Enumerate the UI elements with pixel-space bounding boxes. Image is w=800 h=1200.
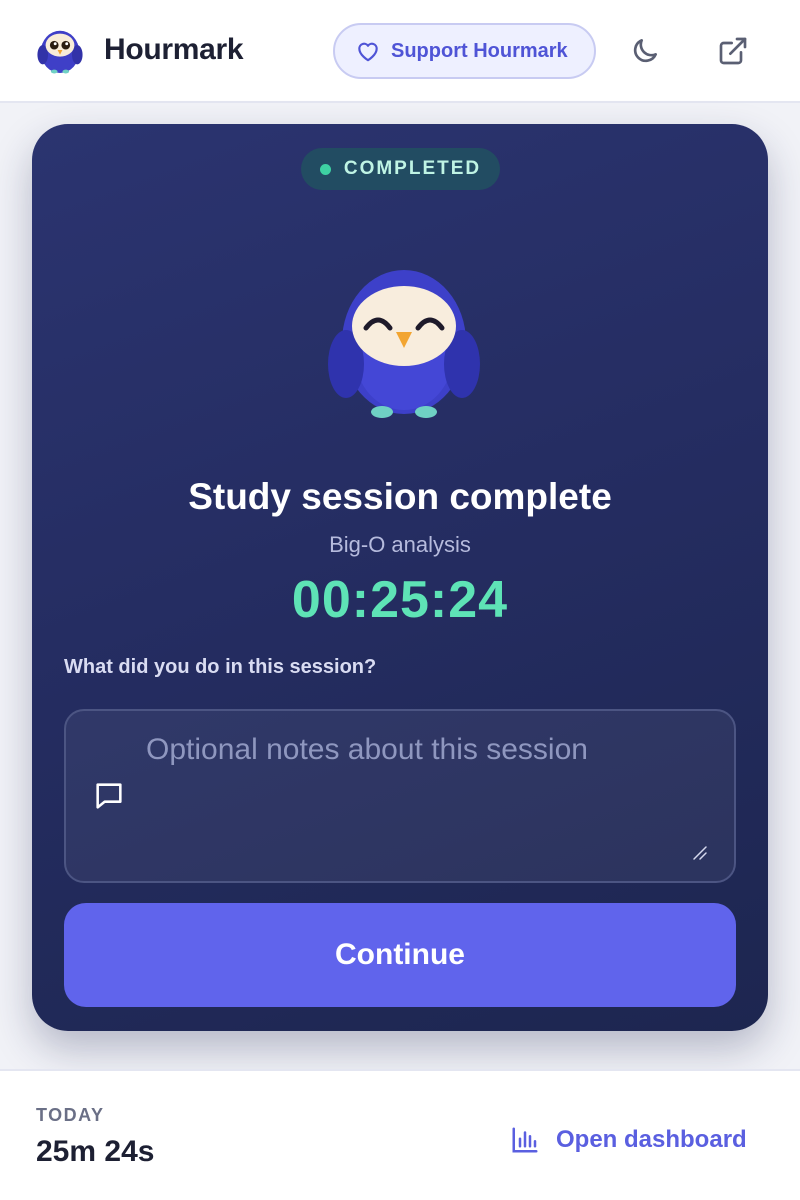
- app-header: Hourmark Support Hourmark: [0, 0, 800, 103]
- status-dot: [319, 163, 331, 175]
- resize-handle-icon[interactable]: [692, 845, 708, 861]
- app-title: Hourmark: [104, 33, 244, 66]
- happy-owl-icon: [328, 270, 480, 418]
- notes-question: What did you do in this session?: [64, 656, 377, 678]
- dark-mode-toggle[interactable]: [628, 34, 662, 68]
- external-link-icon: [719, 37, 747, 65]
- session-title: Study session complete: [188, 476, 612, 517]
- status-badge: COMPLETED: [301, 148, 500, 190]
- chat-bubble-icon: [96, 783, 122, 809]
- owl-logo-icon: [37, 30, 83, 74]
- elapsed-time: 00:25:24: [291, 571, 509, 629]
- heart-icon: [358, 42, 378, 62]
- session-subject: Big-O analysis: [329, 532, 471, 557]
- moon-icon: [633, 39, 657, 63]
- bar-chart-icon: [512, 1127, 538, 1153]
- support-button[interactable]: Support Hourmark: [333, 23, 596, 79]
- open-dashboard-label: Open dashboard: [556, 1126, 747, 1153]
- today-total: 25m 24s: [36, 1135, 155, 1168]
- continue-button[interactable]: Continue: [64, 903, 736, 1007]
- status-text: COMPLETED: [343, 158, 482, 179]
- today-label: TODAY: [36, 1105, 105, 1125]
- session-notes-input[interactable]: [146, 733, 706, 853]
- open-external-button[interactable]: [716, 34, 750, 68]
- support-button-label: Support Hourmark: [391, 39, 568, 62]
- today-footer: TODAY 25m 24s Open dashboard: [0, 1069, 800, 1200]
- open-dashboard-link[interactable]: Open dashboard: [510, 1123, 747, 1157]
- session-complete-card: COMPLETED Study session complete Big-O a…: [32, 124, 768, 1031]
- notes-field-wrapper: [64, 709, 736, 883]
